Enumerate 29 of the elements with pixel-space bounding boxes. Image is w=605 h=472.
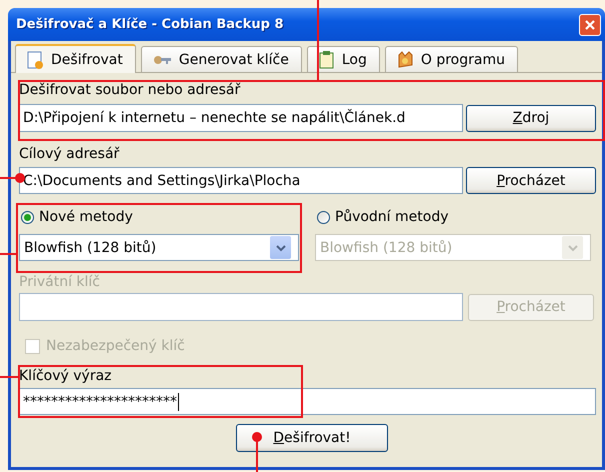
destination-path-field[interactable]: C:\Documents and Settings\Jirka\Plocha — [19, 167, 463, 194]
cat-icon — [396, 50, 414, 68]
browse-button[interactable]: Procházet — [466, 167, 596, 194]
document-icon — [26, 50, 44, 68]
leader-line — [0, 253, 16, 255]
browse-button[interactable]: Zdroj — [466, 104, 596, 132]
chevron-down-icon — [566, 242, 578, 252]
leader-line — [256, 440, 258, 472]
tab[interactable]: O programu — [384, 46, 518, 72]
clipboard-icon — [318, 50, 335, 69]
field-label: Cílový adresář — [19, 145, 120, 164]
tab[interactable]: Dešifrovat — [15, 44, 136, 73]
tab[interactable]: Generovat klíče — [140, 46, 302, 72]
window-title: Dešifrovač a Klíče - Cobian Backup 8 — [16, 17, 284, 32]
field-label: Klíčový výraz — [19, 367, 112, 386]
close-icon — [583, 18, 597, 32]
source-path-field[interactable]: D:\Připojení k internetu – nenechte se napálit\Článek.d — [19, 104, 463, 132]
field-label: Dešifrovat soubor nebo adresář — [19, 81, 242, 100]
radio-label[interactable]: Nové metody — [39, 209, 133, 225]
decrypt-button[interactable]: Dešifrovat! — [236, 424, 388, 452]
field-label: Privátní klíč — [19, 273, 101, 292]
tab[interactable]: Log — [306, 46, 380, 72]
passphrase-field[interactable]: ********************** — [19, 388, 596, 415]
leader-line — [0, 376, 18, 378]
close-button[interactable] — [579, 14, 601, 36]
private-key-field[interactable] — [19, 293, 463, 321]
radio-button[interactable] — [21, 210, 34, 224]
method-dropdown[interactable]: Blowfish (128 bitů) — [19, 234, 299, 261]
chevron-down-icon — [274, 242, 286, 252]
